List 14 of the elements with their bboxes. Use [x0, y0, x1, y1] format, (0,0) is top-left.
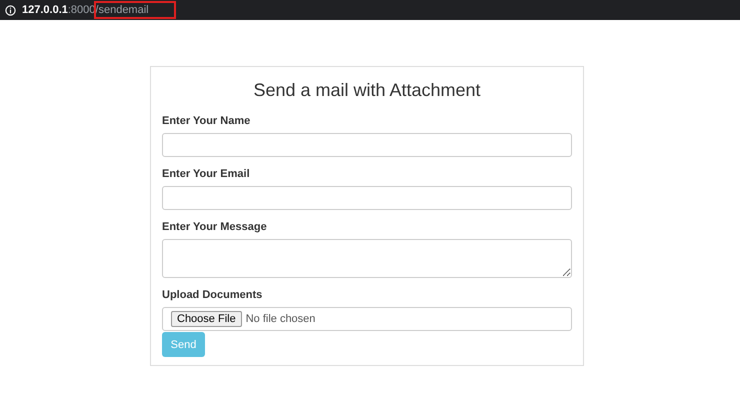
- file-field[interactable]: Choose File No file chosen: [162, 307, 572, 331]
- choose-file-button[interactable]: Choose File: [171, 311, 242, 327]
- url-host: 127.0.0.1: [22, 4, 68, 16]
- field-label: Upload Documents: [162, 289, 264, 301]
- input-field[interactable]: [162, 133, 572, 157]
- form-title: Send a mail with Attachment: [252, 80, 482, 101]
- field-label: Enter Your Email: [162, 168, 251, 180]
- message-field[interactable]: [162, 239, 572, 278]
- field-label: Enter Your Name: [162, 115, 252, 127]
- input-field[interactable]: [162, 186, 572, 210]
- info-icon[interactable]: [5, 4, 16, 16]
- file-status: No file chosen: [246, 313, 316, 325]
- field-label: Enter Your Message: [162, 221, 268, 233]
- url-path: /sendemail: [95, 2, 175, 18]
